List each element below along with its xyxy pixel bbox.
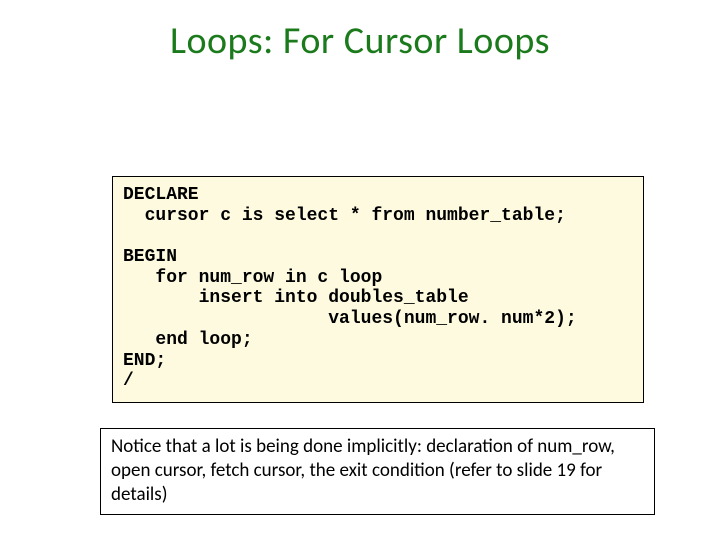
slide-title: Loops: For Cursor Loops: [0, 18, 720, 64]
code-block: DECLARE cursor c is select * from number…: [112, 176, 644, 403]
note-block: Notice that a lot is being done implicit…: [100, 428, 655, 515]
